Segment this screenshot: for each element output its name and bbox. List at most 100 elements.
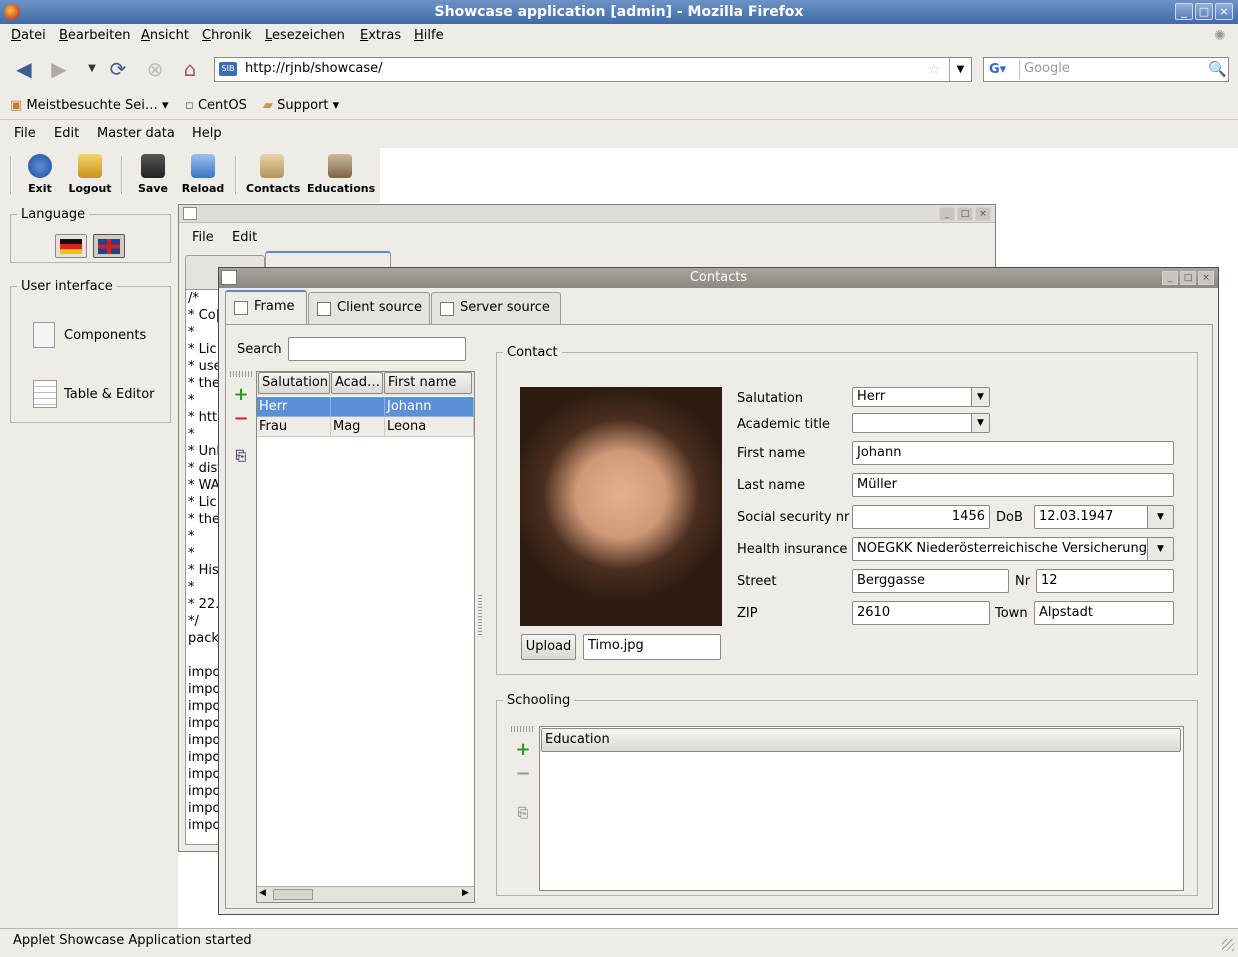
contacts-close-button[interactable]: × <box>1198 271 1214 285</box>
search-input[interactable]: Google <box>1024 61 1070 76</box>
table-row[interactable]: Frau Mag Leona <box>257 417 474 437</box>
maximize-window-button[interactable]: □ <box>1195 3 1213 20</box>
bookmark-centos[interactable]: ▫ CentOS <box>185 98 247 113</box>
tab-frame[interactable]: Frame <box>225 290 307 324</box>
english-flag-button[interactable] <box>93 234 125 258</box>
add-education-button[interactable]: + <box>513 740 533 760</box>
source-menu-edit[interactable]: Edit <box>232 230 257 245</box>
menu-chronik[interactable]: Chronik <box>202 28 252 43</box>
contacts-button[interactable]: Contacts <box>246 154 300 195</box>
column-header-salutation[interactable]: Salutation <box>258 372 330 394</box>
close-window-button[interactable]: × <box>1215 3 1233 20</box>
chevron-down-icon[interactable]: ▼ <box>1147 538 1173 560</box>
contact-group: Contact Upload Timo.jpg Salutation Herr … <box>496 345 1198 675</box>
cell-first-name[interactable]: Leona <box>385 417 474 437</box>
app-menu-file[interactable]: File <box>14 126 36 141</box>
scroll-right-icon[interactable]: ▶ <box>462 888 469 898</box>
history-dropdown-icon[interactable]: ▼ <box>80 58 104 80</box>
app-menu-master-data[interactable]: Master data <box>97 126 175 141</box>
reload-icon[interactable]: ⟳ <box>106 58 130 80</box>
column-header-education[interactable]: Education <box>541 728 1181 752</box>
tab-server-source[interactable]: Server source <box>431 292 561 324</box>
menu-ansicht[interactable]: Ansicht <box>141 28 189 43</box>
forward-icon[interactable]: ▶ <box>47 58 71 80</box>
cell-academic[interactable]: Mag <box>331 417 385 437</box>
lock-icon <box>78 154 102 178</box>
ssn-field[interactable]: 1456 <box>852 505 990 529</box>
resize-grip-icon[interactable] <box>1222 939 1234 951</box>
bookmark-support[interactable]: ▰ Support ▾ <box>263 98 339 113</box>
first-name-field[interactable]: Johann <box>852 441 1174 465</box>
minimize-window-button[interactable]: _ <box>1175 3 1193 20</box>
contacts-search-input[interactable] <box>288 337 466 361</box>
zip-field[interactable]: 2610 <box>852 601 990 625</box>
add-row-button[interactable]: + <box>231 385 251 405</box>
export-icon[interactable]: ⎘ <box>231 447 251 467</box>
search-bar[interactable]: G▾ Google 🔍 <box>983 57 1229 82</box>
menu-bearbeiten[interactable]: Bearbeiten <box>59 28 130 43</box>
column-header-first-name[interactable]: First name <box>384 372 472 394</box>
town-field[interactable]: Alpstadt <box>1034 601 1174 625</box>
components-link[interactable]: Components <box>64 328 146 343</box>
menu-extras[interactable]: Extras <box>360 28 401 43</box>
table-row[interactable]: Herr Johann <box>257 397 474 417</box>
upload-button[interactable]: Upload <box>521 634 576 660</box>
academic-title-select[interactable]: ▼ <box>852 413 990 433</box>
educations-button[interactable]: Educations <box>307 154 375 195</box>
search-go-icon[interactable]: 🔍 <box>1208 60 1227 78</box>
site-identity-icon[interactable]: SIB <box>219 62 237 76</box>
horizontal-scrollbar[interactable]: ◀ ▶ <box>257 886 474 902</box>
throbber-icon: ✺ <box>1214 28 1226 44</box>
exit-button[interactable]: Exit <box>22 154 58 195</box>
german-flag-button[interactable] <box>55 234 87 258</box>
url-dropdown-icon[interactable]: ▼ <box>949 58 971 81</box>
menu-datei[interactable]: Datei <box>11 28 46 43</box>
last-name-field[interactable]: Müller <box>852 473 1174 497</box>
save-button[interactable]: Save <box>134 154 172 195</box>
app-menu-help[interactable]: Help <box>192 126 222 141</box>
remove-education-button[interactable]: − <box>513 764 533 784</box>
app-menu-edit[interactable]: Edit <box>54 126 79 141</box>
cell-salutation[interactable]: Herr <box>257 397 331 417</box>
contacts-table: Salutation Acad… First name Herr Johann … <box>256 371 475 903</box>
bookmark-star-icon[interactable]: ☆ <box>927 60 940 78</box>
street-field[interactable]: Berggasse <box>852 569 1009 593</box>
url-bar[interactable]: SIB http://rjnb/showcase/ ☆ ▼ <box>214 57 972 82</box>
menu-lesezeichen[interactable]: Lesezeichen <box>265 28 345 43</box>
column-header-academic[interactable]: Acad… <box>331 372 383 394</box>
frame-minimize-button[interactable]: _ <box>939 207 955 221</box>
dob-field[interactable]: 12.03.1947 ▼ <box>1034 505 1174 529</box>
stop-icon[interactable]: ⊗ <box>143 58 167 80</box>
menu-hilfe[interactable]: Hilfe <box>414 28 444 43</box>
health-insurance-select[interactable]: NOEGKK Niederösterreichische Versicherun… <box>852 537 1174 561</box>
cell-salutation[interactable]: Frau <box>257 417 331 437</box>
photo-filename-field[interactable]: Timo.jpg <box>583 634 721 660</box>
date-picker-icon[interactable]: ▼ <box>1147 506 1173 528</box>
salutation-select[interactable]: Herr ▼ <box>852 387 990 407</box>
url-text[interactable]: http://rjnb/showcase/ <box>245 61 383 76</box>
contacts-minimize-button[interactable]: _ <box>1162 271 1178 285</box>
frame-maximize-button[interactable]: □ <box>957 207 973 221</box>
scroll-thumb[interactable] <box>273 889 313 900</box>
export-icon[interactable]: ⎘ <box>513 804 533 824</box>
chevron-down-icon[interactable]: ▼ <box>971 388 989 406</box>
bookmark-most-visited[interactable]: ▣ Meistbesuchte Sei… ▾ <box>10 98 169 113</box>
back-icon[interactable]: ◀ <box>12 58 36 80</box>
frame-close-button[interactable]: × <box>975 207 991 221</box>
split-pane-divider[interactable] <box>478 595 482 635</box>
street-label: Street <box>737 574 777 589</box>
logout-button[interactable]: Logout <box>68 154 112 195</box>
chevron-down-icon[interactable]: ▼ <box>971 414 989 432</box>
source-menu-file[interactable]: File <box>192 230 214 245</box>
search-engine-google-icon[interactable]: G▾ <box>986 60 1020 79</box>
remove-row-button[interactable]: − <box>231 409 251 429</box>
contacts-maximize-button[interactable]: □ <box>1180 271 1196 285</box>
cell-academic[interactable] <box>331 397 385 417</box>
tab-client-source[interactable]: Client source <box>308 292 430 324</box>
table-editor-link[interactable]: Table & Editor <box>64 387 155 402</box>
reload-app-button[interactable]: Reload <box>181 154 225 195</box>
scroll-left-icon[interactable]: ◀ <box>259 888 266 898</box>
nr-field[interactable]: 12 <box>1036 569 1174 593</box>
cell-first-name[interactable]: Johann <box>385 397 474 417</box>
home-icon[interactable]: ⌂ <box>178 58 202 80</box>
